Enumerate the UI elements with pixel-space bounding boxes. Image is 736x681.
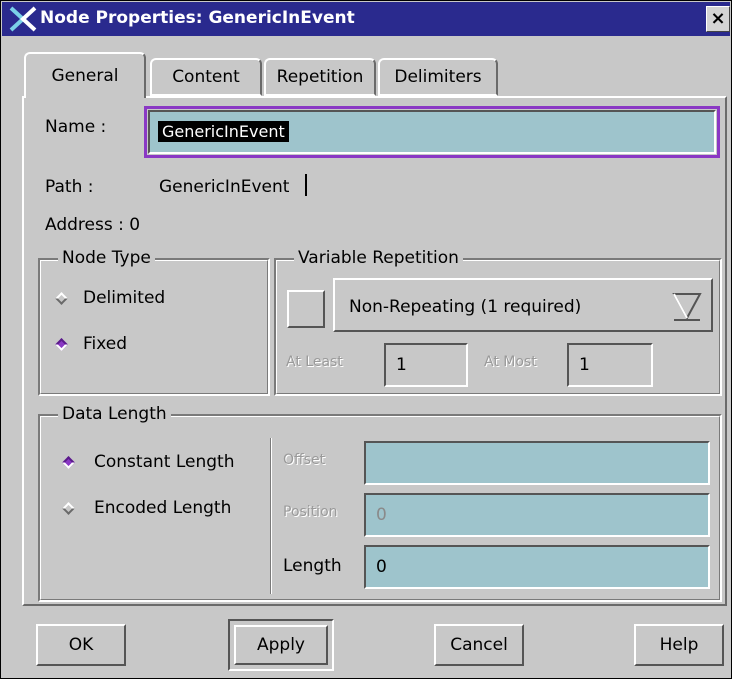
radio-on-icon: [55, 338, 68, 351]
radio-encoded-length-label: Encoded Length: [94, 498, 232, 518]
path-label: Path :: [45, 177, 94, 197]
radio-fixed[interactable]: Fixed: [54, 331, 214, 357]
title-bar[interactable]: Node Properties: GenericInEvent ×: [2, 2, 730, 36]
at-most-input[interactable]: 1: [567, 343, 653, 387]
text-cursor: [305, 174, 307, 196]
length-input[interactable]: 0: [364, 545, 710, 589]
app-logo-icon: [9, 6, 37, 32]
position-label: Position: [283, 504, 338, 520]
tab-delimiters[interactable]: Delimiters: [378, 58, 498, 96]
variable-repetition-legend: Variable Repetition: [294, 248, 463, 268]
radio-delimited-label: Delimited: [83, 288, 166, 308]
chevron-down-icon: [672, 293, 702, 321]
address-label: Address : 0: [45, 215, 141, 235]
ok-button[interactable]: OK: [36, 624, 126, 666]
window-title: Node Properties: GenericInEvent: [40, 8, 355, 28]
tab-content-label: Content: [172, 67, 240, 87]
at-most-value: 1: [579, 355, 590, 375]
offset-input[interactable]: [364, 441, 710, 485]
repetition-toggle[interactable]: [287, 290, 325, 328]
at-least-label: At Least: [286, 354, 343, 370]
position-input[interactable]: 0: [364, 493, 710, 537]
cancel-button[interactable]: Cancel: [434, 624, 524, 666]
tab-general-label: General: [51, 66, 119, 86]
length-label: Length: [283, 556, 342, 576]
name-label: Name :: [45, 117, 107, 137]
radio-delimited[interactable]: Delimited: [54, 285, 214, 311]
ok-button-label: OK: [68, 635, 94, 655]
name-input-value: GenericInEvent: [158, 121, 289, 142]
divider-highlight: [271, 438, 272, 594]
radio-off-icon: [62, 502, 75, 515]
tab-delimiters-label: Delimiters: [394, 67, 482, 87]
cancel-button-label: Cancel: [450, 635, 508, 655]
help-button[interactable]: Help: [634, 624, 724, 666]
radio-on-icon: [62, 456, 75, 469]
radio-constant-length-label: Constant Length: [94, 452, 235, 472]
close-button[interactable]: ×: [706, 6, 730, 32]
apply-button-label: Apply: [257, 635, 305, 655]
radio-constant-length[interactable]: Constant Length: [60, 449, 260, 475]
tab-repetition[interactable]: Repetition: [264, 58, 376, 96]
tab-general[interactable]: General: [24, 52, 146, 98]
apply-button[interactable]: Apply: [234, 625, 328, 665]
tab-repetition-label: Repetition: [276, 67, 364, 87]
tab-content[interactable]: Content: [150, 58, 262, 96]
at-most-label: At Most: [484, 354, 537, 370]
data-length-legend: Data Length: [58, 404, 171, 424]
node-type-group: [38, 258, 270, 396]
repetition-dropdown-value: Non-Repeating (1 required): [349, 297, 582, 317]
radio-encoded-length[interactable]: Encoded Length: [60, 495, 260, 521]
radio-off-icon: [55, 292, 68, 305]
at-least-input[interactable]: 1: [384, 343, 468, 387]
path-value: GenericInEvent: [159, 177, 290, 197]
repetition-dropdown[interactable]: Non-Repeating (1 required): [333, 278, 713, 332]
node-type-legend: Node Type: [58, 248, 155, 268]
close-icon: ×: [710, 8, 726, 29]
position-value: 0: [376, 505, 387, 525]
at-least-value: 1: [396, 355, 407, 375]
help-button-label: Help: [659, 635, 699, 655]
length-value: 0: [376, 557, 387, 577]
radio-fixed-label: Fixed: [83, 334, 128, 354]
offset-label: Offset: [283, 452, 326, 468]
